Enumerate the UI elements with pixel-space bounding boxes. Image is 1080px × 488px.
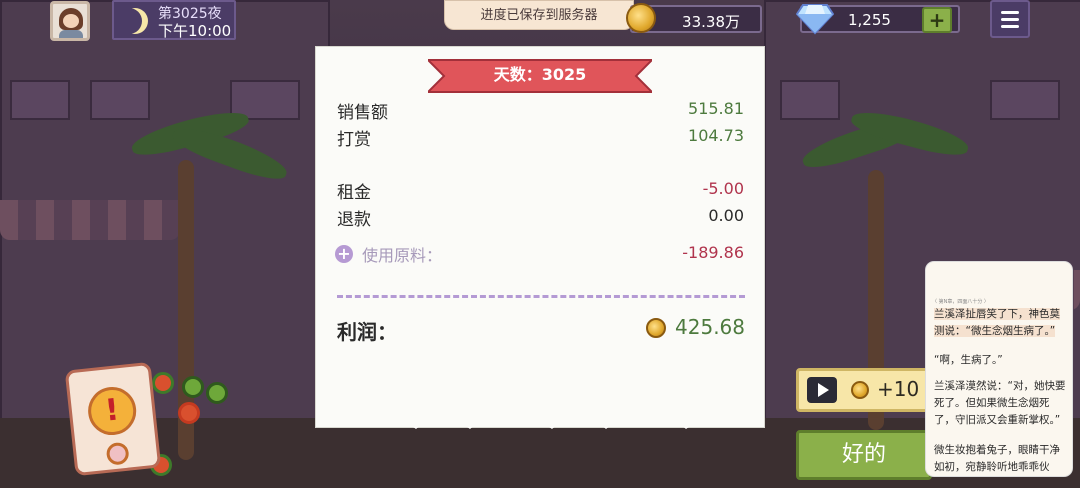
refund-label: 退款 [337, 210, 371, 230]
diamond-icon [796, 4, 834, 35]
reader-paragraph: 兰溪泽漠然说：“对，她快要死了。但如果微生念烟死了，守旧派又会重新掌权。” [934, 380, 1066, 426]
menu-button[interactable] [990, 0, 1030, 38]
profit-value: 425.68 [675, 315, 745, 339]
tomato-slice-icon [152, 372, 174, 394]
reader-header: 〈 第N章，四面八十分 〉 [932, 299, 989, 305]
gem-balance: 1,255 + [796, 4, 960, 35]
menu-icon [1001, 11, 1019, 14]
receipt-torn-edge [316, 405, 764, 429]
ok-button[interactable]: 好的 [796, 430, 932, 480]
ad-reward-amount: +10 [877, 377, 920, 401]
expand-materials-icon[interactable]: + [335, 245, 353, 263]
reader-paragraph: 微生妆抱着兔子，眼睛干净如初，宛静聆听地乖乖伙 [934, 444, 1060, 473]
alert-card[interactable]: ! [64, 361, 162, 477]
refund-value: 0.00 [708, 206, 744, 225]
alert-card-button [105, 441, 130, 466]
reader-paragraph-text: 兰溪泽扯唇笑了下，神色莫测说：“微生念烟生病了。” [934, 308, 1060, 337]
tips-value: 104.73 [688, 126, 744, 145]
sales-label: 销售额 [337, 103, 388, 123]
play-icon [807, 377, 837, 403]
reader-paragraph: “啊，生病了。” [934, 354, 1003, 366]
moon-icon [122, 8, 148, 34]
tomato-slice-icon [178, 402, 200, 424]
rent-label: 租金 [337, 183, 371, 203]
coin-icon [626, 3, 656, 33]
materials-value: -189.86 [682, 243, 744, 262]
clock-time: 下午10:00 [158, 22, 232, 40]
player-avatar[interactable] [50, 1, 90, 41]
coin-amount: 33.38万 [682, 13, 740, 31]
pepper-slice-icon [182, 376, 204, 398]
gem-amount: 1,255 [848, 11, 891, 29]
day-time-panel: 第3025夜 下午10:00 [112, 0, 236, 40]
sales-value: 515.81 [688, 99, 744, 118]
building-window [10, 80, 70, 120]
tips-label: 打赏 [337, 130, 371, 150]
building-window [780, 80, 840, 120]
watch-ad-reward-button[interactable]: +10 [796, 368, 932, 412]
coin-icon [851, 381, 869, 399]
shop-awning [0, 200, 180, 240]
rent-value: -5.00 [702, 179, 744, 198]
avatar-face [63, 14, 79, 28]
building-window [990, 80, 1060, 120]
reader-overlay[interactable]: 〈 第N章，四面八十分 〉 兰溪泽扯唇笑了下，神色莫测说：“微生念烟生病了。” … [926, 262, 1072, 476]
avatar-shirt [59, 30, 83, 38]
pepper-slice-icon [206, 382, 228, 404]
coin-icon [646, 318, 666, 338]
coin-balance: 33.38万 [626, 3, 762, 33]
receipt-divider [337, 295, 745, 298]
day-banner: 天数：3025 [493, 65, 587, 84]
save-toast: 进度已保存到服务器 [444, 0, 634, 30]
alert-icon: ! [85, 384, 139, 438]
reader-paragraph: 兰溪泽扯唇笑了下，神色莫测说：“微生念烟生病了。” [934, 306, 1066, 340]
profit-label: 利润： [337, 320, 397, 344]
menu-icon-line [1001, 25, 1019, 28]
menu-icon-line [1001, 18, 1019, 21]
building-window [90, 80, 150, 120]
materials-label[interactable]: 使用原料： [362, 242, 442, 266]
buy-gems-button[interactable]: + [922, 7, 952, 33]
